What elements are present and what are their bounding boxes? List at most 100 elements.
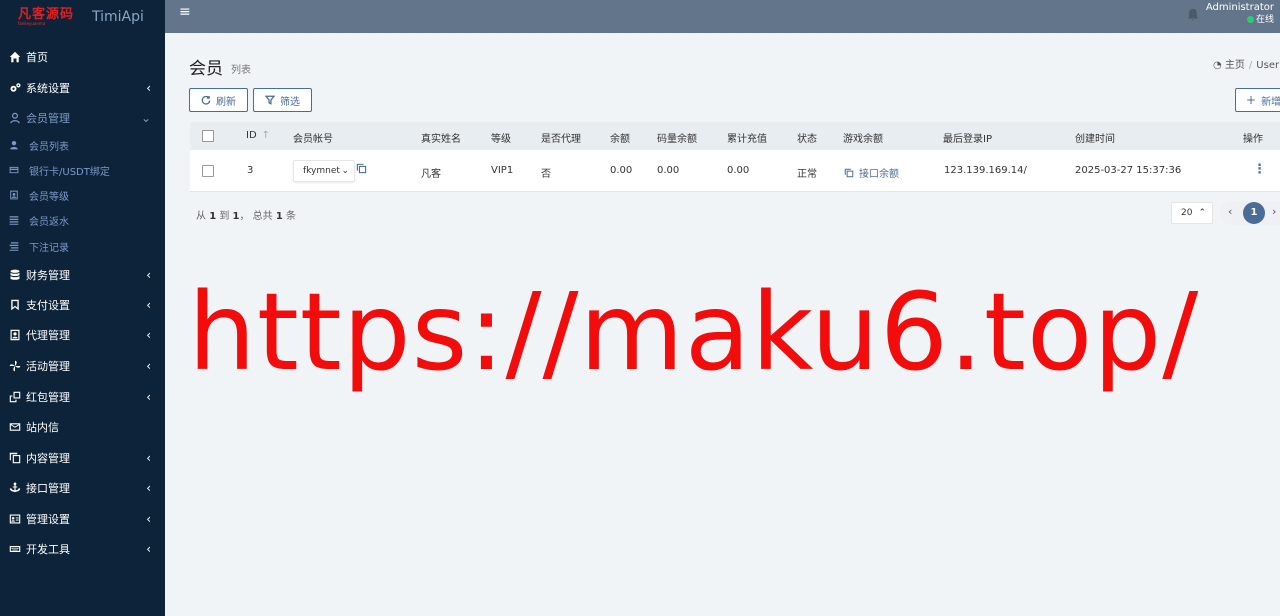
chevron-up-icon: ⌃	[1198, 208, 1206, 218]
sidebar-item-dev-tools[interactable]: 开发工具 ‹	[0, 535, 165, 563]
game-balance-link[interactable]: 接口余额	[844, 165, 899, 180]
database-icon	[0, 269, 26, 281]
keyboard-icon	[0, 543, 26, 555]
next-page-icon[interactable]: ›	[1272, 205, 1276, 218]
sidebar-item-payment-settings[interactable]: 支付设置 ‹	[0, 291, 165, 319]
user-icon	[0, 112, 26, 124]
user-menu[interactable]: Administrator 在线	[1206, 1, 1274, 27]
pinwheel-icon	[0, 360, 26, 372]
sidebar-item-admin-settings[interactable]: 管理设置 ‹	[0, 505, 165, 533]
cell-balance: 0.00	[610, 165, 633, 176]
column-header-balance: 余额	[610, 134, 630, 145]
logo[interactable]: 凡客源码 fankeyuanma TimiApi	[0, 0, 165, 33]
chevron-left-icon: ‹	[146, 328, 151, 342]
cell-id: 3	[247, 165, 254, 176]
filter-button[interactable]: 筛选	[253, 88, 312, 112]
id-card-icon	[0, 329, 26, 341]
summary-from: 1	[209, 211, 217, 222]
select-all-checkbox[interactable]	[202, 130, 214, 142]
sidebar-subitem-bank-card[interactable]: 银行卡/USDT绑定	[0, 158, 165, 182]
sidebar-subitem-member-list[interactable]: 会员列表	[0, 133, 165, 157]
sidebar-item-finance[interactable]: 财务管理 ‹	[0, 261, 165, 289]
sidebar-item-agent-management[interactable]: 代理管理 ‹	[0, 321, 165, 349]
bell-icon[interactable]	[1186, 8, 1200, 25]
dashboard-icon: ◔	[1213, 60, 1222, 71]
chevron-down-icon: ⌄	[341, 166, 349, 176]
page-size-select[interactable]: 20 ⌃	[1171, 202, 1213, 224]
chevron-left-icon: ‹	[146, 512, 151, 526]
hamburger-icon[interactable]: ≡	[179, 4, 191, 20]
sidebar-item-member-management[interactable]: 会员管理 ⌄	[0, 104, 165, 132]
copy-icon	[0, 452, 26, 464]
column-header-id[interactable]: ID ↑	[246, 130, 270, 141]
column-header-is-agent: 是否代理	[541, 134, 581, 145]
column-header-last-ip: 最后登录IP	[943, 134, 992, 145]
sort-up-icon[interactable]: ↑	[262, 130, 270, 141]
refresh-button[interactable]: 刷新	[189, 88, 248, 112]
user-name: Administrator	[1205, 2, 1274, 13]
status-dot-icon	[1246, 16, 1254, 23]
breadcrumb-home[interactable]: 主页	[1225, 60, 1245, 71]
cell-level: VIP1	[491, 165, 514, 176]
page-button-current[interactable]: 1	[1243, 202, 1265, 224]
copy-icon[interactable]	[356, 163, 367, 177]
table-header: ID ↑ 会员帐号 真实姓名 等级 是否代理 余额 码量余额 累计充值 状态 游戏…	[190, 122, 1280, 150]
sidebar-subitem-label: 会员返水	[29, 216, 69, 228]
breadcrumb: ◔ 主页 / User	[1213, 56, 1279, 71]
top-navbar: ≡ Administrator 在线	[165, 0, 1280, 33]
column-header-level: 等级	[491, 134, 511, 145]
summary-unit: 条	[286, 211, 297, 222]
cell-last-ip: 123.139.169.14/	[944, 165, 1027, 176]
sidebar-item-label: 财务管理	[26, 269, 70, 282]
sidebar-item-api-management[interactable]: 接口管理 ‹	[0, 474, 165, 502]
pagination-summary: 从 1 到 1， 总共 1 条	[196, 207, 296, 222]
sidebar-item-site-messages[interactable]: 站内信	[0, 413, 165, 441]
game-balance-label: 接口余额	[859, 169, 899, 180]
refresh-button-label: 刷新	[216, 96, 236, 108]
sidebar-item-label: 接口管理	[26, 482, 70, 495]
page-size-value: 20	[1181, 208, 1193, 218]
sidebar-subitem-bet-records[interactable]: 下注记录	[0, 234, 165, 258]
sidebar-item-red-packet[interactable]: 红包管理 ‹	[0, 383, 165, 411]
sidebar-subitem-member-rebate[interactable]: 会员返水	[0, 208, 165, 232]
bookmark-icon	[0, 299, 26, 311]
column-header-created-at: 创建时间	[1075, 134, 1115, 145]
status-text: 在线	[1255, 15, 1274, 25]
sidebar-item-activity-management[interactable]: 活动管理 ‹	[0, 352, 165, 380]
prev-page-icon[interactable]: ‹	[1228, 205, 1232, 218]
sidebar-item-label: 管理设置	[26, 513, 70, 526]
sidebar-item-label: 内容管理	[26, 452, 70, 465]
clone-icon	[0, 391, 26, 403]
chevron-left-icon: ‹	[146, 481, 151, 495]
more-actions-icon[interactable]: ⋮	[1253, 163, 1266, 176]
summary-prefix: 从	[196, 211, 206, 222]
add-button[interactable]: + 新增	[1235, 88, 1280, 112]
sidebar-item-home[interactable]: 首页	[0, 43, 165, 71]
row-checkbox[interactable]	[202, 165, 214, 177]
sidebar-subitem-member-level[interactable]: 会员等级	[0, 183, 165, 207]
sidebar-subitem-label: 会员等级	[29, 191, 69, 203]
sidebar-subitem-label: 银行卡/USDT绑定	[29, 166, 110, 178]
page-subtitle: 列表	[231, 65, 251, 76]
sidebar-item-label: 活动管理	[26, 360, 70, 373]
watermark-text: https://maku6.top/	[188, 271, 1200, 395]
plus-icon: +	[1246, 93, 1257, 107]
home-icon	[0, 51, 26, 63]
sidebar-item-label: 支付设置	[26, 299, 70, 312]
account-value: fkymnet	[303, 166, 340, 176]
refresh-icon	[201, 95, 211, 105]
column-header-label: ID	[246, 130, 257, 141]
column-header-actions: 操作	[1243, 134, 1263, 145]
user-small-icon	[0, 140, 20, 150]
sidebar-item-content-management[interactable]: 内容管理 ‹	[0, 444, 165, 472]
filter-button-label: 筛选	[280, 96, 300, 108]
table-row: 3 fkymnet ⌄ 凡客 VIP1 否 0.00 0.00 0.00 正常 …	[190, 150, 1280, 192]
credit-card-icon	[0, 165, 20, 175]
page-title: 会员	[189, 59, 223, 79]
sidebar-subitem-label: 会员列表	[29, 141, 69, 153]
sidebar-item-system-settings[interactable]: 系统设置 ‹	[0, 74, 165, 102]
account-dropdown[interactable]: fkymnet ⌄	[293, 160, 355, 182]
sidebar-item-label: 代理管理	[26, 329, 70, 342]
chevron-left-icon: ‹	[146, 298, 151, 312]
add-button-label: 新增	[1261, 96, 1280, 108]
